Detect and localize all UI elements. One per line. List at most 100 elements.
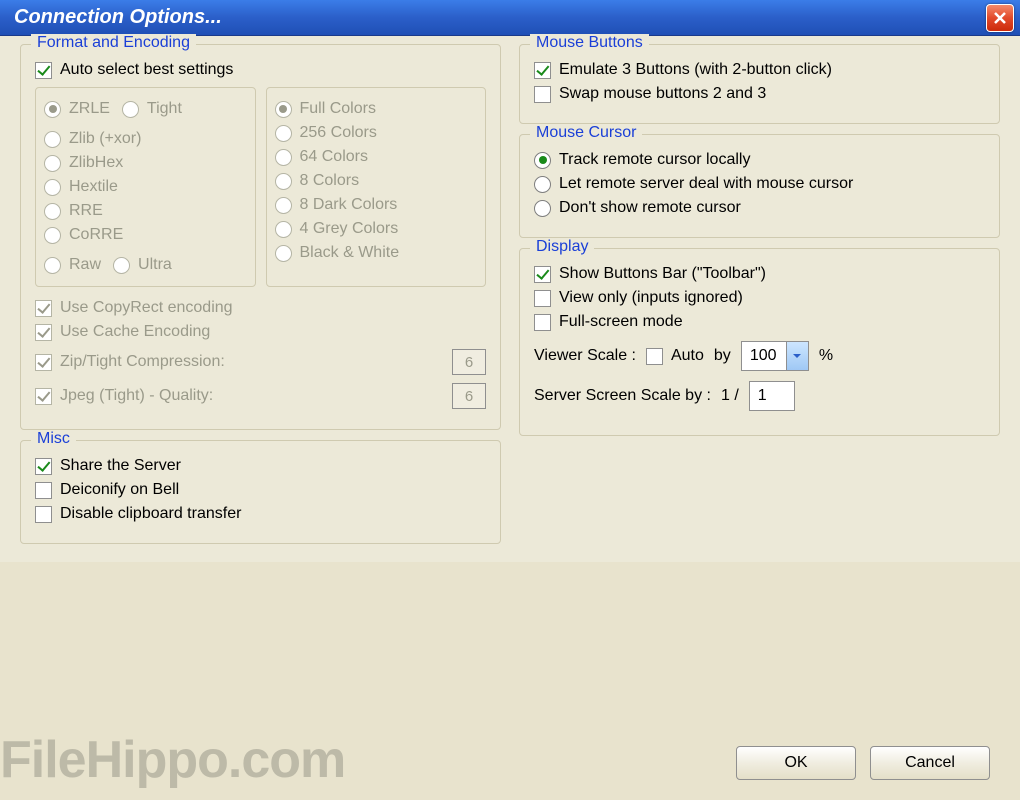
encoding-zrle-radio: ZRLE (44, 100, 110, 118)
cancel-button[interactable]: Cancel (870, 746, 990, 780)
encoding-bottom: Use CopyRect encoding Use Cache Encoding… (35, 299, 486, 411)
encoding-ultra-radio: Ultra (113, 256, 172, 274)
color-bw-radio: Black & White (275, 244, 478, 262)
radio-label: Hextile (69, 178, 118, 196)
viewer-scale-auto-checkbox[interactable]: Auto (646, 347, 704, 365)
radio-label: ZRLE (69, 100, 110, 118)
checkbox-label: Swap mouse buttons 2 and 3 (559, 85, 766, 103)
group-legend: Misc (31, 430, 76, 448)
radio-label: 4 Grey Colors (300, 220, 399, 238)
group-legend: Mouse Buttons (530, 34, 649, 52)
encoding-tight-radio: Tight (122, 100, 182, 118)
radio-icon (534, 152, 551, 169)
checkbox-label: Use CopyRect encoding (60, 299, 233, 317)
window-title: Connection Options... (14, 6, 222, 29)
radio-label: 64 Colors (300, 148, 368, 166)
swap-buttons-checkbox[interactable]: Swap mouse buttons 2 and 3 (534, 85, 985, 103)
radio-label: ZlibHex (69, 154, 123, 172)
checkbox-label: Use Cache Encoding (60, 323, 210, 341)
server-scale-row: Server Screen Scale by : 1 / (534, 381, 985, 411)
encoding-raw-radio: Raw (44, 256, 101, 274)
radio-label: Ultra (138, 256, 172, 274)
view-only-checkbox[interactable]: View only (inputs ignored) (534, 289, 985, 307)
checkbox-label: Show Buttons Bar ("Toolbar") (559, 265, 766, 283)
cursor-track-radio[interactable]: Track remote cursor locally (534, 151, 985, 169)
radio-label: Tight (147, 100, 182, 118)
checkbox-icon (35, 354, 52, 371)
cursor-letremote-radio[interactable]: Let remote server deal with mouse cursor (534, 175, 985, 193)
emulate-3buttons-checkbox[interactable]: Emulate 3 Buttons (with 2-button click) (534, 61, 985, 79)
show-toolbar-checkbox[interactable]: Show Buttons Bar ("Toolbar") (534, 265, 985, 283)
radio-label: RRE (69, 202, 103, 220)
group-legend: Mouse Cursor (530, 124, 642, 142)
radio-label: Zlib (+xor) (69, 130, 141, 148)
radio-icon (113, 257, 130, 274)
ok-button[interactable]: OK (736, 746, 856, 780)
checkbox-icon (646, 348, 663, 365)
viewer-scale-dropdown-button[interactable] (786, 342, 808, 370)
close-icon (992, 10, 1008, 26)
checkbox-icon (534, 86, 551, 103)
radio-label: Black & White (300, 244, 400, 262)
left-column: Format and Encoding Auto select best set… (20, 44, 501, 554)
cursor-dontshow-radio[interactable]: Don't show remote cursor (534, 199, 985, 217)
viewer-scale-input[interactable] (742, 347, 786, 365)
encoding-corre-radio: CoRRE (44, 226, 247, 244)
mouse-buttons-group: Mouse Buttons Emulate 3 Buttons (with 2-… (519, 44, 1000, 124)
checkbox-icon (35, 324, 52, 341)
format-encoding-group: Format and Encoding Auto select best set… (20, 44, 501, 430)
percent-label: % (819, 347, 833, 365)
encoding-columns: ZRLE Tight Zlib (+xor) ZlibHex Hextile R… (35, 87, 486, 287)
colors-panel: Full Colors 256 Colors 64 Colors 8 Color… (266, 87, 487, 287)
disable-clipboard-checkbox[interactable]: Disable clipboard transfer (35, 505, 486, 523)
color-full-radio: Full Colors (275, 100, 478, 118)
dialog-content: Format and Encoding Auto select best set… (0, 36, 1020, 562)
checkbox-icon (35, 482, 52, 499)
encoding-hextile-radio: Hextile (44, 178, 247, 196)
encoding-zlibxor-radio: Zlib (+xor) (44, 130, 247, 148)
viewer-scale-combo[interactable] (741, 341, 809, 371)
checkbox-label: View only (inputs ignored) (559, 289, 743, 307)
encoding-rre-radio: RRE (44, 202, 247, 220)
color-256-radio: 256 Colors (275, 124, 478, 142)
radio-label: 8 Colors (300, 172, 360, 190)
color-8dark-radio: 8 Dark Colors (275, 196, 478, 214)
radio-icon (275, 101, 292, 118)
share-server-checkbox[interactable]: Share the Server (35, 457, 486, 475)
close-button[interactable] (986, 4, 1014, 32)
checkbox-icon (35, 300, 52, 317)
jpeg-checkbox: Jpeg (Tight) - Quality: (35, 387, 422, 405)
jpeg-quality-input (452, 383, 486, 409)
checkbox-label: Full-screen mode (559, 313, 683, 331)
by-label: by (714, 347, 731, 365)
watermark-text: FileHippo.com (0, 730, 345, 790)
zip-checkbox: Zip/Tight Compression: (35, 353, 422, 371)
radio-icon (44, 155, 61, 172)
checkbox-icon (534, 266, 551, 283)
radio-icon (275, 245, 292, 262)
radio-icon (122, 101, 139, 118)
checkbox-icon (534, 290, 551, 307)
deiconify-checkbox[interactable]: Deiconify on Bell (35, 481, 486, 499)
checkbox-icon (534, 314, 551, 331)
radio-icon (44, 203, 61, 220)
radio-icon (44, 179, 61, 196)
dialog-buttons: OK Cancel (736, 746, 990, 780)
group-legend: Format and Encoding (31, 34, 196, 52)
radio-label: CoRRE (69, 226, 123, 244)
cache-checkbox: Use Cache Encoding (35, 323, 486, 341)
auto-select-checkbox[interactable]: Auto select best settings (35, 61, 486, 79)
radio-icon (275, 173, 292, 190)
checkbox-label: Auto (671, 347, 704, 365)
checkbox-label: Zip/Tight Compression: (60, 353, 225, 371)
radio-icon (44, 257, 61, 274)
radio-label: Raw (69, 256, 101, 274)
server-scale-input[interactable] (749, 381, 795, 411)
checkbox-icon (35, 62, 52, 79)
viewer-scale-row: Viewer Scale : Auto by % (534, 341, 985, 371)
radio-icon (275, 125, 292, 142)
radio-label: Full Colors (300, 100, 376, 118)
checkbox-icon (35, 388, 52, 405)
fullscreen-checkbox[interactable]: Full-screen mode (534, 313, 985, 331)
group-legend: Display (530, 238, 594, 256)
